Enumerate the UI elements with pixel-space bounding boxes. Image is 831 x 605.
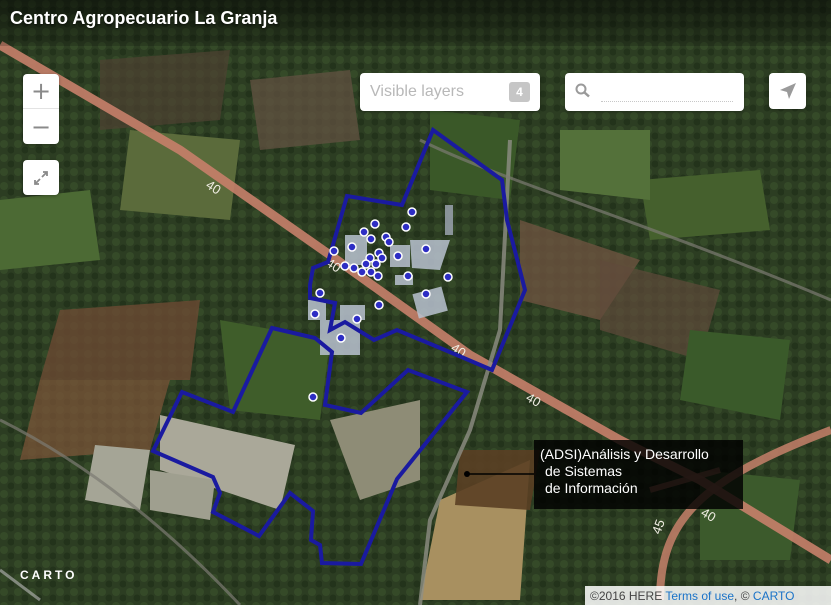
map-point — [361, 259, 371, 269]
map-point — [407, 207, 417, 217]
map-point — [371, 259, 381, 269]
header-bar: Centro Agropecuario La Granja — [0, 0, 831, 46]
map-point — [340, 261, 350, 271]
attribution-text: ©2016 HERE — [590, 589, 663, 603]
feature-tooltip: (ADSI)Análisis y Desarrollo de Sistemas … — [534, 440, 743, 509]
map-point — [359, 227, 369, 237]
carto-link[interactable]: CARTO — [753, 589, 795, 603]
zoom-in-button[interactable]: + — [23, 74, 59, 109]
fullscreen-button[interactable] — [23, 160, 59, 195]
map-point — [443, 272, 453, 282]
map-point — [349, 263, 359, 273]
map-point — [366, 234, 376, 244]
carto-logo: CARTO — [20, 568, 77, 582]
map-point — [308, 392, 318, 402]
tooltip-line: (ADSI)Análisis y Desarrollo — [540, 446, 709, 462]
terms-of-use-link[interactable]: Terms of use — [665, 589, 734, 603]
map-point — [403, 271, 413, 281]
map-point — [393, 251, 403, 261]
visible-layers-button[interactable]: Visible layers 4 — [360, 73, 540, 111]
map-point — [336, 333, 346, 343]
visible-layers-label: Visible layers — [370, 83, 464, 100]
fullscreen-icon — [34, 170, 48, 185]
map-point — [421, 244, 431, 254]
map-point — [384, 237, 394, 247]
map-point — [370, 219, 380, 229]
map-title: Centro Agropecuario La Granja — [10, 8, 278, 28]
carto-logo-text: CARTO — [20, 568, 78, 582]
search-box — [565, 73, 744, 111]
map-point — [374, 300, 384, 310]
search-input[interactable] — [601, 82, 733, 102]
map-point — [357, 267, 367, 277]
map-point — [421, 289, 431, 299]
zoom-out-button[interactable]: − — [23, 109, 59, 144]
map-point — [373, 271, 383, 281]
map-point — [310, 309, 320, 319]
map-point — [315, 288, 325, 298]
navigation-arrow-icon — [779, 83, 796, 99]
layers-count-badge: 4 — [509, 82, 530, 102]
tooltip-line: de Información — [545, 480, 638, 496]
attribution-bar: ©2016 HERE Terms of use, © CARTO — [585, 586, 831, 605]
tooltip-line: de Sistemas — [545, 463, 623, 479]
map-point — [347, 242, 357, 252]
map-point — [401, 222, 411, 232]
attribution-separator: , © — [734, 589, 750, 603]
locate-button[interactable] — [769, 73, 806, 109]
map-point — [352, 314, 362, 324]
zoom-control: + − — [23, 74, 59, 144]
map-point — [329, 246, 339, 256]
search-icon — [575, 83, 590, 98]
